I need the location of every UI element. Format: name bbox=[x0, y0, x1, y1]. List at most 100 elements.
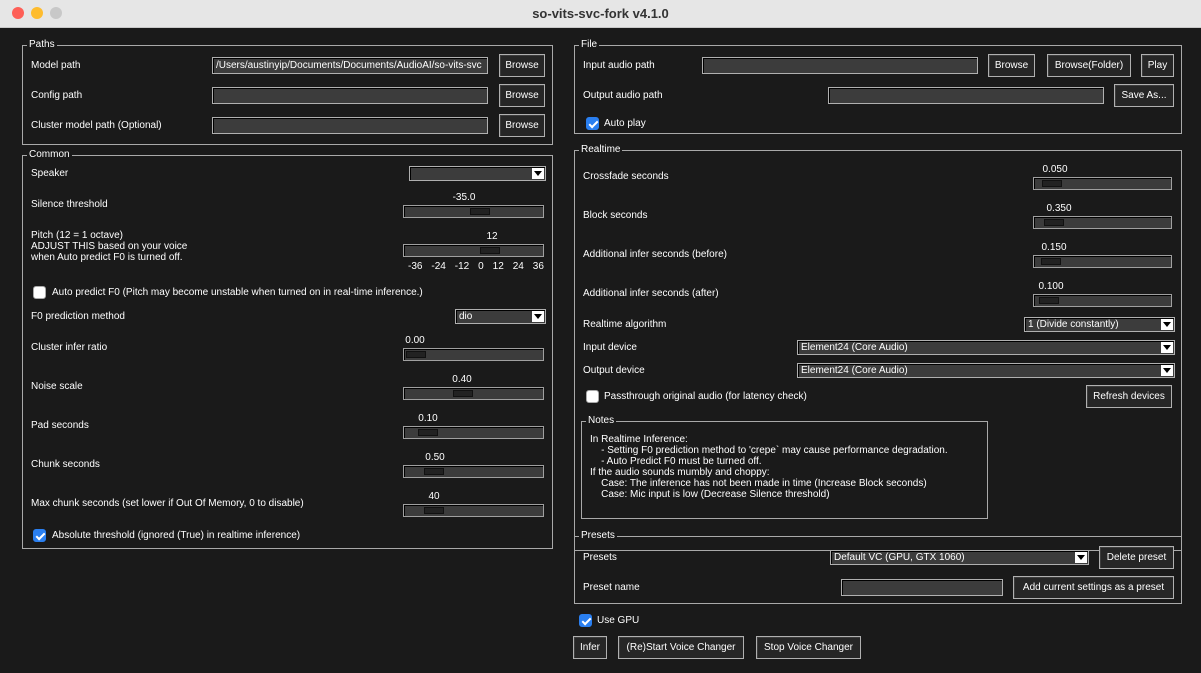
slider-thumb[interactable] bbox=[452, 390, 473, 397]
crossfade-label: Crossfade seconds bbox=[583, 171, 669, 182]
silence-threshold-label: Silence threshold bbox=[31, 199, 108, 210]
infer-button[interactable]: Infer bbox=[573, 636, 607, 659]
output-audio-label: Output audio path bbox=[583, 90, 663, 101]
presets-select[interactable]: Default VC (GPU, GTX 1060) bbox=[830, 550, 1089, 565]
algorithm-label: Realtime algorithm bbox=[583, 319, 667, 330]
auto-play-label: Auto play bbox=[604, 118, 646, 129]
chunk-seconds-label: Chunk seconds bbox=[31, 459, 100, 470]
play-button[interactable]: Play bbox=[1141, 54, 1174, 77]
config-path-browse-button[interactable]: Browse bbox=[499, 84, 545, 107]
speaker-select[interactable] bbox=[409, 166, 546, 181]
browse-folder-button[interactable]: Browse(Folder) bbox=[1047, 54, 1131, 77]
block-seconds-slider[interactable] bbox=[1033, 216, 1172, 229]
slider-thumb[interactable] bbox=[423, 507, 444, 514]
add-preset-button[interactable]: Add current settings as a preset bbox=[1013, 576, 1174, 599]
save-as-button[interactable]: Save As... bbox=[1114, 84, 1174, 107]
common-legend: Common bbox=[27, 149, 72, 161]
chevron-down-icon bbox=[1161, 319, 1173, 330]
slider-thumb[interactable] bbox=[1040, 258, 1061, 265]
block-seconds-label: Block seconds bbox=[583, 210, 648, 221]
auto-predict-f0-label: Auto predict F0 (Pitch may become unstab… bbox=[52, 287, 423, 298]
input-audio-input[interactable] bbox=[702, 57, 978, 74]
max-chunk-seconds-value: 40 bbox=[428, 491, 440, 502]
slider-thumb[interactable] bbox=[1044, 219, 1065, 226]
input-audio-browse-button[interactable]: Browse bbox=[988, 54, 1035, 77]
crossfade-value: 0.050 bbox=[1042, 164, 1068, 175]
f0-method-select-value: dio bbox=[459, 311, 473, 322]
model-path-browse-button[interactable]: Browse bbox=[499, 54, 545, 77]
pitch-label-line-3: when Auto predict F0 is turned off. bbox=[31, 252, 183, 263]
passthrough-checkbox[interactable] bbox=[586, 390, 599, 403]
speaker-label: Speaker bbox=[31, 168, 69, 179]
crossfade-slider[interactable] bbox=[1033, 177, 1172, 190]
refresh-devices-button[interactable]: Refresh devices bbox=[1086, 385, 1172, 408]
infer-before-value: 0.150 bbox=[1041, 242, 1067, 253]
restart-voice-changer-button[interactable]: (Re)Start Voice Changer bbox=[618, 636, 744, 659]
slider-thumb[interactable] bbox=[1039, 297, 1060, 304]
app-window: so-vits-svc-fork v4.1.0 Paths Model path… bbox=[0, 0, 1201, 673]
slider-thumb[interactable] bbox=[1041, 180, 1062, 187]
output-device-select-value: Element24 (Core Audio) bbox=[801, 365, 908, 376]
cluster-ratio-value: 0.00 bbox=[405, 335, 425, 346]
f0-method-label: F0 prediction method bbox=[31, 311, 125, 322]
presets-select-value: Default VC (GPU, GTX 1060) bbox=[834, 552, 965, 563]
pad-seconds-slider[interactable] bbox=[403, 426, 544, 439]
slider-thumb[interactable] bbox=[423, 468, 444, 475]
preset-name-label: Preset name bbox=[583, 582, 640, 593]
infer-before-label: Additional infer seconds (before) bbox=[583, 249, 727, 260]
pitch-tick: -12 bbox=[454, 261, 470, 272]
slider-thumb[interactable] bbox=[479, 247, 500, 254]
pitch-tick: 24 bbox=[512, 261, 524, 272]
delete-preset-button[interactable]: Delete preset bbox=[1099, 546, 1174, 569]
infer-before-slider[interactable] bbox=[1033, 255, 1172, 268]
cluster-ratio-slider[interactable] bbox=[403, 348, 544, 361]
notes-legend: Notes bbox=[586, 415, 617, 427]
auto-predict-f0-checkbox[interactable] bbox=[33, 286, 46, 299]
use-gpu-label: Use GPU bbox=[597, 615, 640, 626]
f0-method-select[interactable]: dio bbox=[455, 309, 546, 324]
use-gpu-checkbox[interactable] bbox=[579, 614, 592, 627]
input-device-label: Input device bbox=[583, 342, 637, 353]
pitch-slider[interactable] bbox=[403, 244, 544, 257]
cluster-path-label: Cluster model path (Optional) bbox=[31, 120, 162, 131]
output-device-select[interactable]: Element24 (Core Audio) bbox=[797, 363, 1175, 378]
slider-thumb[interactable] bbox=[417, 429, 438, 436]
algorithm-select[interactable]: 1 (Divide constantly) bbox=[1024, 317, 1175, 332]
auto-play-checkbox[interactable] bbox=[586, 117, 599, 130]
cluster-path-input[interactable] bbox=[212, 117, 488, 134]
slider-thumb[interactable] bbox=[406, 351, 426, 358]
cluster-ratio-label: Cluster infer ratio bbox=[31, 342, 108, 353]
model-path-input[interactable]: /Users/austinyip/Documents/Documents/Aud… bbox=[212, 57, 488, 74]
input-device-select[interactable]: Element24 (Core Audio) bbox=[797, 340, 1175, 355]
presets-label: Presets bbox=[583, 552, 617, 563]
noise-scale-slider[interactable] bbox=[403, 387, 544, 400]
notes-line: Case: Mic input is low (Decrease Silence… bbox=[590, 489, 830, 500]
notes-line: - Auto Predict F0 must be turned off. bbox=[590, 456, 762, 467]
stop-voice-changer-button[interactable]: Stop Voice Changer bbox=[756, 636, 861, 659]
presets-legend: Presets bbox=[579, 530, 617, 542]
notes-line: If the audio sounds mumbly and choppy: bbox=[590, 467, 770, 478]
input-audio-label: Input audio path bbox=[583, 60, 655, 71]
notes-line: In Realtime Inference: bbox=[590, 434, 688, 445]
slider-thumb[interactable] bbox=[470, 208, 491, 215]
window-title: so-vits-svc-fork v4.1.0 bbox=[532, 6, 669, 21]
max-chunk-seconds-slider[interactable] bbox=[403, 504, 544, 517]
title-bar: so-vits-svc-fork v4.1.0 bbox=[0, 0, 1201, 28]
noise-scale-label: Noise scale bbox=[31, 381, 83, 392]
chunk-seconds-slider[interactable] bbox=[403, 465, 544, 478]
chevron-down-icon bbox=[532, 311, 544, 322]
preset-name-input[interactable] bbox=[841, 579, 1003, 596]
absolute-threshold-checkbox[interactable] bbox=[33, 529, 46, 542]
silence-threshold-value: -35.0 bbox=[452, 192, 476, 203]
silence-threshold-slider[interactable] bbox=[403, 205, 544, 218]
infer-after-slider[interactable] bbox=[1033, 294, 1172, 307]
output-audio-input[interactable] bbox=[828, 87, 1104, 104]
chevron-down-icon bbox=[532, 168, 544, 179]
paths-legend: Paths bbox=[27, 39, 57, 51]
cluster-path-browse-button[interactable]: Browse bbox=[499, 114, 545, 137]
pitch-value: 12 bbox=[486, 231, 498, 242]
pitch-tick: -36 bbox=[408, 261, 423, 272]
model-path-label: Model path bbox=[31, 60, 81, 71]
notes-line: - Setting F0 prediction method to 'crepe… bbox=[590, 445, 948, 456]
config-path-input[interactable] bbox=[212, 87, 488, 104]
